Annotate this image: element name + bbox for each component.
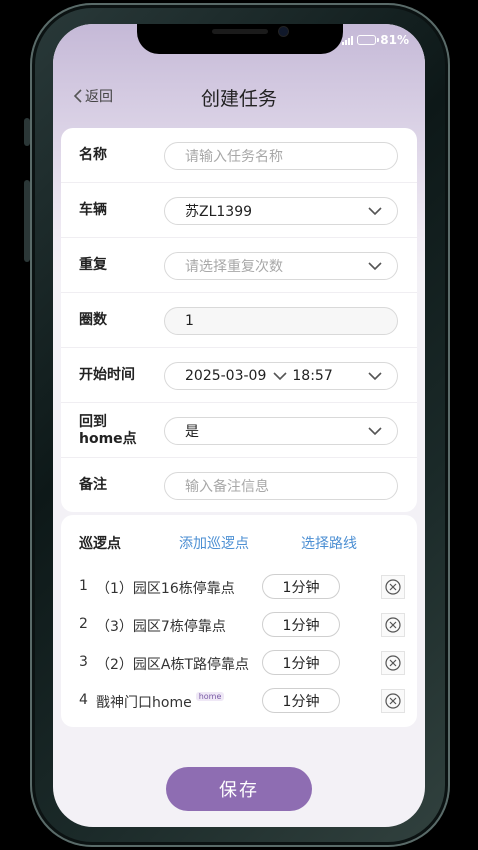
close-circle-icon (385, 655, 401, 671)
form-row-vehicle: 车辆 苏ZL1399 (61, 183, 417, 238)
home-tag: home (195, 692, 225, 701)
remove-button[interactable] (381, 575, 405, 599)
chevron-down-icon (368, 372, 382, 381)
vehicle-value: 苏ZL1399 (185, 204, 253, 220)
start-time-value[interactable]: 18:57 (292, 368, 332, 384)
start-date-value[interactable]: 2025-03-09 (185, 368, 266, 384)
list-item: 4 戬神门口home home 1分钟 (61, 686, 417, 716)
app-screen: 81% 创建任务 返回 名称 请输入任务名称 车辆 苏ZL1399 重复 请选择… (53, 24, 425, 827)
vehicle-select[interactable]: 苏ZL1399 (164, 197, 398, 225)
form-row-return-home: 回到 home点 是 (61, 403, 417, 458)
close-circle-icon (385, 579, 401, 595)
repeat-label: 重复 (79, 257, 107, 273)
phone-volume-button (24, 180, 30, 262)
speaker (212, 29, 268, 34)
task-form: 名称 请输入任务名称 车辆 苏ZL1399 重复 请选择重复次数 圈数 1 开始… (61, 128, 417, 512)
remove-button[interactable] (381, 651, 405, 675)
save-button[interactable]: 保存 (166, 767, 312, 811)
patrol-name: （1）园区16栋停靠点 (96, 581, 235, 597)
chevron-down-icon (368, 262, 382, 271)
vehicle-label: 车辆 (79, 202, 107, 218)
duration-select[interactable]: 1分钟 (262, 574, 340, 599)
duration-select[interactable]: 1分钟 (262, 612, 340, 637)
laps-input[interactable]: 1 (164, 307, 398, 335)
patrol-name: （2）园区A栋T路停靠点 (96, 657, 250, 673)
battery-percent: 81% (380, 33, 409, 47)
patrol-index: 3 (79, 654, 88, 670)
form-row-laps: 圈数 1 (61, 293, 417, 348)
form-row-name: 名称 请输入任务名称 (61, 128, 417, 183)
notch (137, 24, 343, 54)
duration-select[interactable]: 1分钟 (262, 688, 340, 713)
remove-button[interactable] (381, 689, 405, 713)
status-bar: 81% (342, 33, 409, 47)
patrol-index: 1 (79, 578, 88, 594)
form-row-start-time: 开始时间 2025-03-09 18:57 (61, 348, 417, 403)
repeat-placeholder: 请选择重复次数 (185, 259, 283, 275)
camera-icon (279, 27, 288, 36)
chevron-left-icon (73, 89, 82, 103)
patrol-points-card: 巡逻点 添加巡逻点 选择路线 1 （1）园区16栋停靠点 1分钟 2 （3）园区… (61, 515, 417, 727)
patrol-index: 4 (79, 692, 88, 708)
laps-label: 圈数 (79, 312, 107, 328)
chevron-down-icon (273, 372, 287, 381)
list-item: 3 （2）园区A栋T路停靠点 1分钟 (61, 648, 417, 678)
start-time-label: 开始时间 (79, 367, 135, 383)
repeat-select[interactable]: 请选择重复次数 (164, 252, 398, 280)
task-name-input[interactable]: 请输入任务名称 (164, 142, 398, 170)
close-circle-icon (385, 693, 401, 709)
list-item: 1 （1）园区16栋停靠点 1分钟 (61, 572, 417, 602)
signal-icon (342, 35, 354, 45)
phone-side-button (24, 118, 30, 146)
form-row-remark: 备注 输入备注信息 (61, 458, 417, 513)
patrol-title: 巡逻点 (79, 536, 121, 552)
add-patrol-point-link[interactable]: 添加巡逻点 (179, 533, 249, 553)
return-home-select[interactable]: 是 (164, 417, 398, 445)
patrol-name: （3）园区7栋停靠点 (96, 619, 226, 635)
duration-select[interactable]: 1分钟 (262, 650, 340, 675)
return-home-value: 是 (185, 424, 199, 440)
patrol-name: 戬神门口home home (96, 692, 225, 712)
select-route-link[interactable]: 选择路线 (301, 533, 357, 553)
name-label: 名称 (79, 147, 107, 163)
chevron-down-icon (368, 427, 382, 436)
remove-button[interactable] (381, 613, 405, 637)
back-button[interactable]: 返回 (73, 86, 113, 106)
form-row-repeat: 重复 请选择重复次数 (61, 238, 417, 293)
remark-label: 备注 (79, 477, 107, 493)
back-label: 返回 (85, 89, 113, 105)
patrol-index: 2 (79, 616, 88, 632)
battery-icon (357, 35, 380, 45)
close-circle-icon (385, 617, 401, 633)
return-home-label: 回到 home点 (79, 413, 137, 447)
nav-bar: 创建任务 返回 (53, 84, 425, 110)
remark-input[interactable]: 输入备注信息 (164, 472, 398, 500)
start-time-picker[interactable]: 2025-03-09 18:57 (164, 362, 398, 390)
chevron-down-icon (368, 207, 382, 216)
list-item: 2 （3）园区7栋停靠点 1分钟 (61, 610, 417, 640)
